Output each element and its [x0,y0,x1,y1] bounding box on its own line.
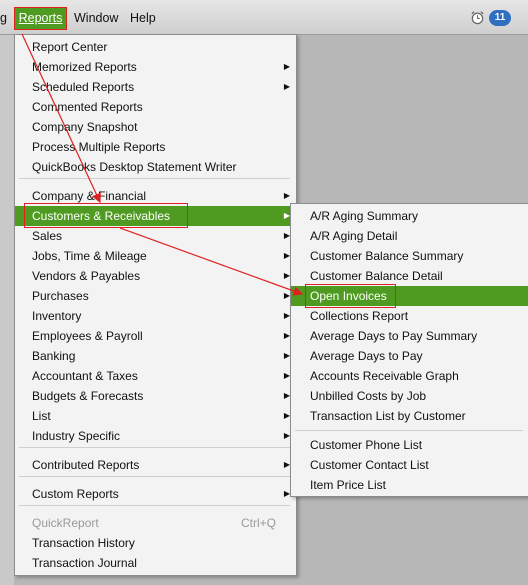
submenu-item-average-days-to-pay-summary[interactable]: Average Days to Pay Summary [291,326,528,346]
reports-menu-item-report-center[interactable]: Report Center [15,37,296,57]
submenu-item-a-r-aging-summary[interactable]: A/R Aging Summary [291,206,528,226]
menu-item-label: A/R Aging Summary [310,209,419,223]
reports-menu-item-list[interactable]: List ▶ [15,406,296,426]
menu-item-label: Average Days to Pay [310,349,423,363]
submenu-item-unbilled-costs-by-job[interactable]: Unbilled Costs by Job [291,386,528,406]
menu-item-label: Collections Report [310,309,409,323]
menu-item-label: Employees & Payroll [32,329,143,343]
reports-menu-item-custom-reports[interactable]: Custom Reports ▶ [15,484,296,504]
reports-menu-item-commented-reports[interactable]: Commented Reports [15,97,296,117]
submenu-item-collections-report[interactable]: Collections Report [291,306,528,326]
reports-menu-item-scheduled-reports[interactable]: Scheduled Reports ▶ [15,77,296,97]
menu-item-label: Jobs, Time & Mileage [32,249,147,263]
menu-item-label: Customers & Receivables [32,209,171,223]
notification-badge[interactable]: 11 [489,10,511,26]
menu-item-label: Transaction History [32,536,135,550]
menu-item-label: Banking [32,349,76,363]
menu-separator [295,430,523,431]
menu-separator [19,447,290,448]
menu-item-label: Budgets & Forecasts [32,389,144,403]
menu-item-label: Customer Balance Summary [310,249,464,263]
menu-item-label: Average Days to Pay Summary [310,329,478,343]
submenu-item-accounts-receivable-graph[interactable]: Accounts Receivable Graph [291,366,528,386]
reports-menu-item-transaction-history[interactable]: Transaction History [15,533,296,553]
reports-menu-item-transaction-journal[interactable]: Transaction Journal [15,553,296,573]
menu-item-label: Customer Phone List [310,438,423,452]
reports-menu-item-vendors-payables[interactable]: Vendors & Payables ▶ [15,266,296,286]
submenu-item-item-price-list[interactable]: Item Price List [291,475,528,495]
reports-menu-item-industry-specific[interactable]: Industry Specific ▶ [15,426,296,446]
menu-item-label: Customer Balance Detail [310,269,443,283]
reports-menu-item-customers-receivables[interactable]: Customers & Receivables ▶ [15,206,296,226]
menu-item-label: QuickReport [32,516,99,530]
menu-item-label: Memorized Reports [32,60,137,74]
menu-cut-item[interactable]: g [0,11,7,25]
submenu-item-customer-contact-list[interactable]: Customer Contact List [291,455,528,475]
menu-item-label: Report Center [32,40,108,54]
menu-reports[interactable]: Reports [14,7,67,30]
background-panel [0,35,14,585]
menu-help[interactable]: Help [130,11,156,25]
submenu-arrow-icon: ▶ [283,82,290,91]
reports-menu-item-banking[interactable]: Banking ▶ [15,346,296,366]
menu-item-label: Sales [32,229,63,243]
menu-item-label: Transaction Journal [32,556,137,570]
submenu-item-customer-balance-summary[interactable]: Customer Balance Summary [291,246,528,266]
submenu-item-transaction-list-by-customer[interactable]: Transaction List by Customer [291,406,528,426]
reports-menu-item-jobs-time-mileage[interactable]: Jobs, Time & Mileage ▶ [15,246,296,266]
reports-menu-item-inventory[interactable]: Inventory ▶ [15,306,296,326]
reports-menu-item-memorized-reports[interactable]: Memorized Reports ▶ [15,57,296,77]
customers-receivables-submenu: A/R Aging Summary A/R Aging Detail Custome… [290,203,528,497]
menu-separator [19,178,290,179]
submenu-item-a-r-aging-detail[interactable]: A/R Aging Detail [291,226,528,246]
menu-item-label: A/R Aging Detail [310,229,398,243]
menu-item-label: Vendors & Payables [32,269,141,283]
menu-item-label: Customer Contact List [310,458,429,472]
reports-menu-item-budgets-forecasts[interactable]: Budgets & Forecasts ▶ [15,386,296,406]
menu-item-label: Industry Specific [32,429,121,443]
menu-item-label: Commented Reports [32,100,143,114]
menu-item-label: Company & Financial [32,189,147,203]
menu-item-label: Accountant & Taxes [32,369,138,383]
menu-item-label: Scheduled Reports [32,80,135,94]
alarm-clock-icon[interactable] [470,10,485,25]
submenu-item-average-days-to-pay[interactable]: Average Days to Pay [291,346,528,366]
menu-item-label: QuickBooks Desktop Statement Writer [32,160,237,174]
menu-separator [19,476,290,477]
menu-item-label: Contributed Reports [32,458,140,472]
submenu-arrow-icon: ▶ [283,62,290,71]
reports-menu-item-purchases[interactable]: Purchases ▶ [15,286,296,306]
menu-item-label: Company Snapshot [32,120,138,134]
reports-menu-item-company-snapshot[interactable]: Company Snapshot [15,117,296,137]
reports-menu-item-sales[interactable]: Sales ▶ [15,226,296,246]
menu-item-label: Custom Reports [32,487,119,501]
reports-menu-item-employees-payroll[interactable]: Employees & Payroll ▶ [15,326,296,346]
reports-menu-item-accountant-taxes[interactable]: Accountant & Taxes ▶ [15,366,296,386]
menu-bar: g Reports Window Help 11 [0,0,528,35]
reports-menu-item-company-financial[interactable]: Company & Financial ▶ [15,186,296,206]
menu-reports-label: Reports [18,11,63,25]
menu-item-label: Process Multiple Reports [32,140,166,154]
menu-item-label: List [32,409,51,423]
menu-item-label: Transaction List by Customer [310,409,466,423]
reports-menu-item-contributed-reports[interactable]: Contributed Reports ▶ [15,455,296,475]
submenu-item-open-invoices[interactable]: Open Invoices [291,286,528,306]
menu-item-label: Purchases [32,289,89,303]
reports-menu: Report Center Memorized Reports ▶ Scheduled… [14,34,297,576]
menu-item-label: Unbilled Costs by Job [310,389,427,403]
menu-item-label: Accounts Receivable Graph [310,369,459,383]
reports-menu-item-quickreport: QuickReport Ctrl+Q [15,513,296,533]
menu-item-label: Open Invoices [310,289,387,303]
submenu-item-customer-balance-detail[interactable]: Customer Balance Detail [291,266,528,286]
shortcut-label: Ctrl+Q [240,516,276,530]
menu-window[interactable]: Window [74,11,118,25]
submenu-item-customer-phone-list[interactable]: Customer Phone List [291,435,528,455]
menu-item-label: Item Price List [310,478,387,492]
reports-menu-item-process-multiple-reports[interactable]: Process Multiple Reports [15,137,296,157]
menu-item-label: Inventory [32,309,82,323]
reports-menu-item-quickbooks-desktop-statement-writer[interactable]: QuickBooks Desktop Statement Writer [15,157,296,177]
menu-separator [19,505,290,506]
